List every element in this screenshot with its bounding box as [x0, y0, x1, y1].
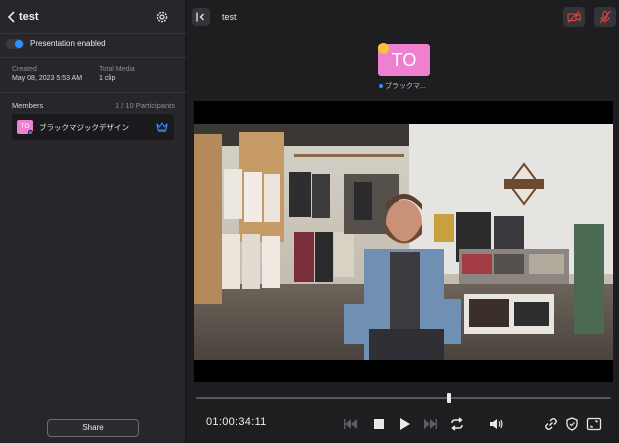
presentation-toggle-row: Presentation enabled — [0, 34, 186, 56]
host-badge-icon — [378, 43, 389, 54]
online-status-dot — [379, 84, 383, 88]
chevron-left-icon[interactable] — [6, 10, 18, 24]
share-button[interactable]: Share — [47, 419, 139, 437]
sidebar-toggle-button[interactable] — [192, 8, 210, 26]
member-name: ブラックマジックデザイン — [39, 123, 129, 132]
stop-icon[interactable] — [371, 417, 387, 431]
camera-off-button[interactable] — [563, 7, 585, 27]
mic-off-button[interactable] — [594, 7, 616, 27]
online-status-dot — [28, 130, 33, 135]
project-title: test — [19, 11, 39, 23]
media-value: 1 clip — [99, 75, 116, 82]
loop-icon[interactable] — [449, 417, 465, 431]
play-icon[interactable] — [396, 417, 412, 431]
members-title: Members — [12, 101, 44, 110]
presentation-toggle[interactable] — [6, 39, 24, 49]
playback-scrubber[interactable] — [196, 397, 611, 399]
scrubber-handle[interactable] — [447, 393, 451, 403]
fullscreen-icon[interactable] — [586, 417, 602, 431]
link-icon[interactable] — [543, 417, 559, 431]
skip-forward-icon[interactable] — [422, 417, 438, 431]
presentation-label: Presentation enabled — [30, 39, 106, 48]
volume-icon[interactable] — [488, 417, 504, 431]
shield-icon[interactable] — [564, 417, 580, 431]
presenter-name: ブラックマ... — [385, 83, 426, 90]
created-value: May 08, 2023 5:53 AM — [12, 75, 83, 82]
skip-back-icon[interactable] — [343, 417, 359, 431]
sidebar-collapse-icon — [196, 12, 204, 22]
left-panel: test Presentation enabled Created May 08… — [0, 0, 186, 443]
members-header: Members 1 / 10 Participants — [0, 100, 186, 112]
video-viewer[interactable] — [194, 101, 613, 382]
members-count: 1 / 10 Participants — [114, 101, 175, 110]
gear-icon[interactable] — [155, 10, 169, 24]
timecode: 01:00:34:11 — [206, 416, 267, 428]
created-meta: Created May 08, 2023 5:53 AM — [12, 65, 82, 83]
camera-off-icon — [567, 11, 581, 23]
main-title: test — [222, 12, 237, 22]
panel-header: test — [0, 0, 186, 34]
media-meta: Total Media 1 clip — [99, 65, 135, 83]
mic-off-icon — [599, 10, 611, 24]
created-key: Created — [12, 66, 37, 73]
crown-icon — [156, 122, 168, 132]
member-row[interactable]: TO ブラックマジックデザイン — [12, 114, 174, 140]
divider — [0, 92, 186, 93]
divider — [0, 57, 186, 58]
media-key: Total Media — [99, 66, 135, 73]
video-frame-image — [194, 124, 613, 360]
